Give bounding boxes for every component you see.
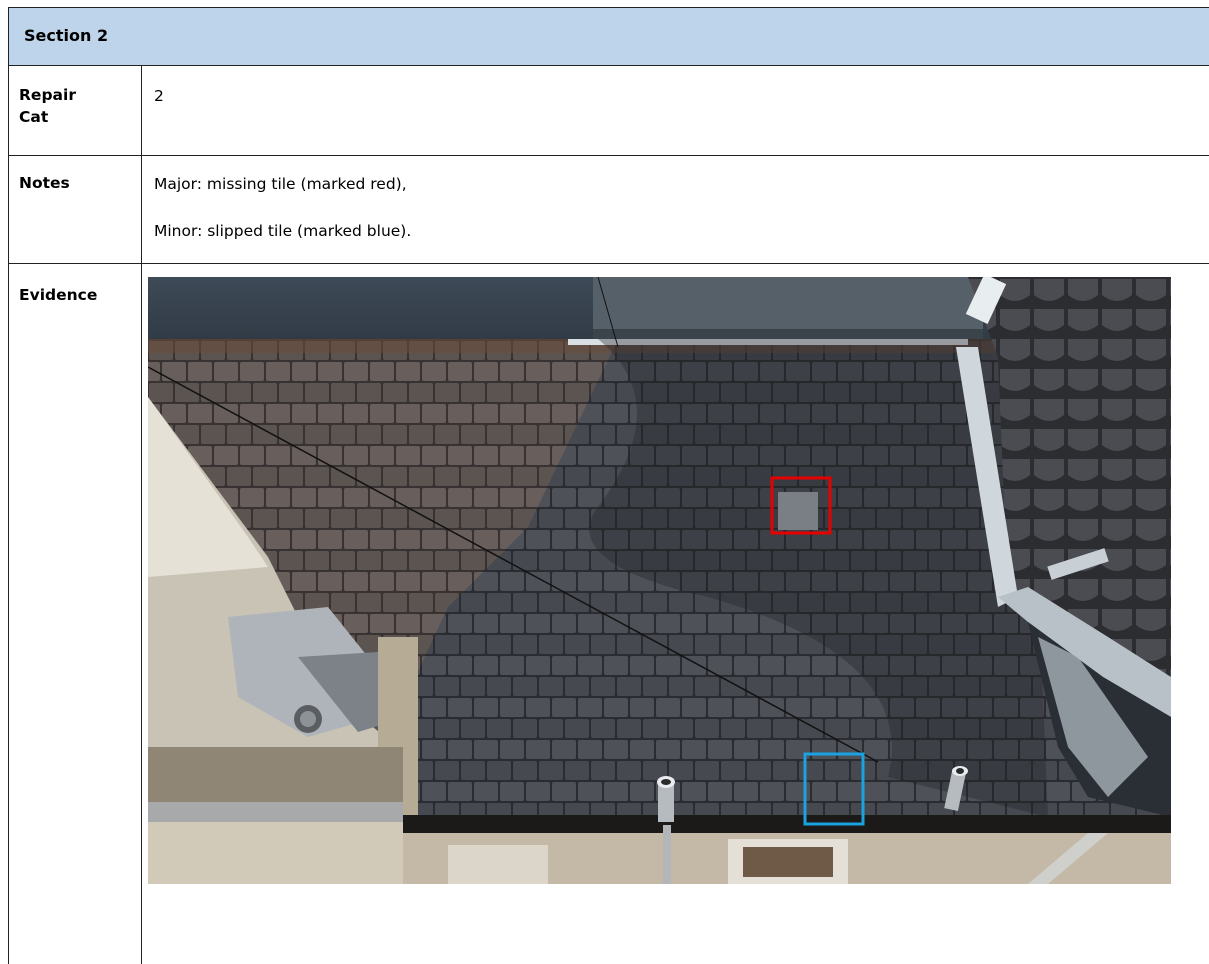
repair-cat-value-cell: 2 (142, 66, 1209, 155)
repair-cat-value: 2 (154, 87, 164, 105)
evidence-label-cell: Evidence (9, 264, 142, 964)
repair-cat-label: Repair Cat (19, 86, 76, 126)
notes-row: Notes Major: missing tile (marked red), … (8, 156, 1209, 264)
notes-line-minor: Minor: slipped tile (marked blue). (154, 222, 412, 240)
repair-cat-row: Repair Cat 2 (8, 66, 1209, 156)
repair-cat-label-cell: Repair Cat (9, 66, 142, 155)
section-title: Section 2 (24, 26, 109, 45)
evidence-label: Evidence (19, 286, 98, 304)
notes-line-major: Major: missing tile (marked red), (154, 175, 407, 193)
notes-label: Notes (19, 174, 70, 192)
notes-value-cell: Major: missing tile (marked red), Minor:… (142, 156, 1209, 263)
section-header: Section 2 (8, 7, 1209, 66)
roof-evidence-photo (148, 277, 1171, 884)
notes-label-cell: Notes (9, 156, 142, 263)
